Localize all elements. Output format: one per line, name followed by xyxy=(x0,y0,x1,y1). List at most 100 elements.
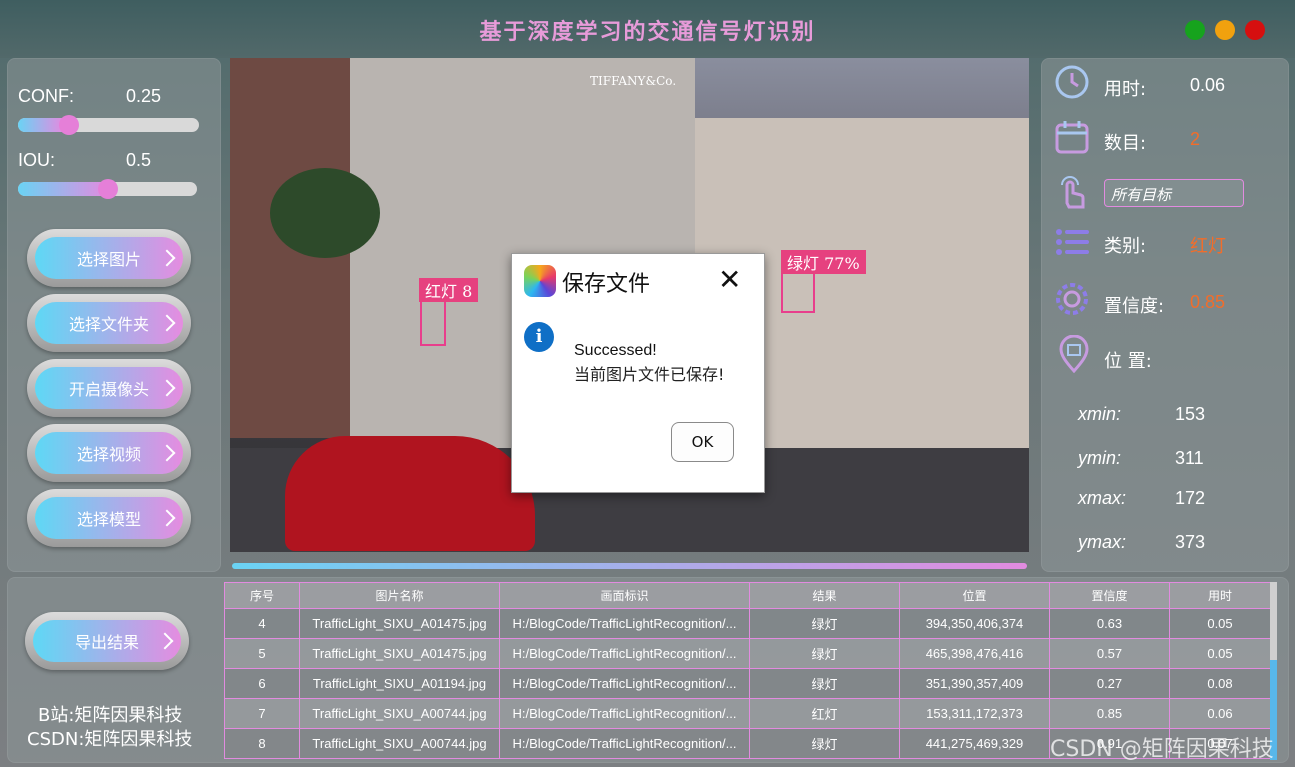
location-icon xyxy=(1059,335,1089,373)
xmin-label: xmin: xyxy=(1078,404,1122,424)
maximize-button[interactable] xyxy=(1185,20,1205,40)
table-row[interactable]: 4 TrafficLight_SIXU_A01475.jpg H:/BlogCo… xyxy=(224,608,1270,639)
title-bar: 基于深度学习的交通信号灯识别 xyxy=(0,0,1295,58)
cell-frame-id: H:/BlogCode/TrafficLightRecognition/... xyxy=(499,668,750,699)
header-image-name[interactable]: 图片名称 xyxy=(299,582,500,609)
close-button[interactable] xyxy=(1245,20,1265,40)
table-row[interactable]: 5 TrafficLight_SIXU_A01475.jpg H:/BlogCo… xyxy=(224,638,1270,669)
xmax-label: xmax: xyxy=(1078,488,1127,508)
dialog-title: 保存文件 xyxy=(562,272,651,297)
select-image-button[interactable]: 选择图片 xyxy=(27,229,191,287)
dialog-message-title: Successed! xyxy=(574,342,657,359)
select-video-button[interactable]: 选择视频 xyxy=(27,424,191,482)
clock-icon xyxy=(1055,65,1089,99)
table-header-row: 序号 图片名称 画面标识 结果 位置 置信度 用时 xyxy=(224,582,1270,609)
xmin-value: 153 xyxy=(1175,404,1206,424)
cell-time: 0.05 xyxy=(1169,608,1270,639)
processing-progress xyxy=(232,563,1027,569)
cell-image-name: TrafficLight_SIXU_A00744.jpg xyxy=(299,728,500,759)
header-time[interactable]: 用时 xyxy=(1169,582,1270,609)
ymin-value: 311 xyxy=(1175,448,1204,468)
store-sign: TIFFANY&Co. xyxy=(590,74,677,88)
export-results-label: 导出结果 xyxy=(74,633,139,652)
select-folder-label: 选择文件夹 xyxy=(68,315,149,334)
list-icon xyxy=(1056,229,1089,255)
detection-box-red[interactable] xyxy=(420,298,446,346)
iou-value: 0.5 xyxy=(126,150,152,170)
palm-tree xyxy=(270,168,380,258)
open-camera-button[interactable]: 开启摄像头 xyxy=(27,359,191,417)
dialog-message-body: 当前图片文件已保存! xyxy=(574,365,725,384)
cell-image-name: TrafficLight_SIXU_A01475.jpg xyxy=(299,608,500,639)
gear-icon xyxy=(1056,283,1088,315)
cell-confidence: 0.85 xyxy=(1049,698,1170,729)
header-position[interactable]: 位置 xyxy=(899,582,1050,609)
cell-frame-id: H:/BlogCode/TrafficLightRecognition/... xyxy=(499,638,750,669)
xmax-value: 172 xyxy=(1175,488,1206,508)
cell-index: 7 xyxy=(224,698,300,729)
cell-index: 4 xyxy=(224,608,300,639)
confidence-value: 0.85 xyxy=(1190,292,1226,312)
iou-slider-handle[interactable] xyxy=(97,179,118,199)
chevron-right-icon xyxy=(158,314,176,332)
minimize-button[interactable] xyxy=(1215,20,1235,40)
count-label: 数目: xyxy=(1104,133,1147,154)
watermark: CSDN @矩阵因果科技 xyxy=(1050,737,1274,762)
cell-result: 绿灯 xyxy=(749,668,900,699)
header-index[interactable]: 序号 xyxy=(224,582,300,609)
select-model-label: 选择模型 xyxy=(76,510,141,529)
chevron-right-icon xyxy=(158,249,176,267)
cell-position: 351,390,357,409 xyxy=(899,668,1050,699)
target-select[interactable]: 所有目标 xyxy=(1104,179,1244,207)
table-row[interactable]: 6 TrafficLight_SIXU_A01194.jpg H:/BlogCo… xyxy=(224,668,1270,699)
ymin-label: ymin: xyxy=(1078,448,1122,468)
cell-confidence: 0.57 xyxy=(1049,638,1170,669)
class-label: 类别: xyxy=(1104,236,1147,257)
confidence-label: 置信度: xyxy=(1104,296,1165,317)
header-result[interactable]: 结果 xyxy=(749,582,900,609)
chevron-right-icon xyxy=(158,379,176,397)
select-video-label: 选择视频 xyxy=(76,445,141,464)
app-title: 基于深度学习的交通信号灯识别 xyxy=(479,19,816,45)
detection-label-green: 绿灯 77% xyxy=(781,250,866,274)
chevron-right-icon xyxy=(158,509,176,527)
select-image-label: 选择图片 xyxy=(76,250,141,269)
conf-slider[interactable] xyxy=(18,118,199,132)
ymax-label: ymax: xyxy=(1078,532,1127,552)
iou-label: IOU: xyxy=(18,150,56,170)
cell-index: 8 xyxy=(224,728,300,759)
conf-value: 0.25 xyxy=(126,86,162,106)
cell-result: 绿灯 xyxy=(749,638,900,669)
cell-position: 153,311,172,373 xyxy=(899,698,1050,729)
select-folder-button[interactable]: 选择文件夹 xyxy=(27,294,191,352)
cell-time: 0.05 xyxy=(1169,638,1270,669)
brand-bilibili: B站:矩阵因果科技 xyxy=(38,705,183,726)
conf-slider-fill xyxy=(18,118,64,132)
position-label: 位 置: xyxy=(1104,351,1152,372)
cell-image-name: TrafficLight_SIXU_A00744.jpg xyxy=(299,698,500,729)
time-label: 用时: xyxy=(1104,79,1147,100)
export-results-button[interactable]: 导出结果 xyxy=(25,612,189,670)
cell-position: 394,350,406,374 xyxy=(899,608,1050,639)
cell-image-name: TrafficLight_SIXU_A01475.jpg xyxy=(299,638,500,669)
select-model-button[interactable]: 选择模型 xyxy=(27,489,191,547)
cell-result: 绿灯 xyxy=(749,728,900,759)
red-car xyxy=(285,436,535,551)
touch-icon xyxy=(1061,176,1085,209)
header-frame-id[interactable]: 画面标识 xyxy=(499,582,750,609)
cell-position: 441,275,469,329 xyxy=(899,728,1050,759)
table-row[interactable]: 7 TrafficLight_SIXU_A00744.jpg H:/BlogCo… xyxy=(224,698,1270,729)
dialog-close-icon[interactable]: ✕ xyxy=(718,266,741,294)
cell-confidence: 0.27 xyxy=(1049,668,1170,699)
cell-frame-id: H:/BlogCode/TrafficLightRecognition/... xyxy=(499,728,750,759)
cell-index: 6 xyxy=(224,668,300,699)
header-confidence[interactable]: 置信度 xyxy=(1049,582,1170,609)
class-value: 红灯 xyxy=(1190,236,1226,256)
ymax-value: 373 xyxy=(1175,532,1206,552)
ok-button[interactable]: OK xyxy=(671,422,734,462)
cell-result: 绿灯 xyxy=(749,608,900,639)
app-logo-icon xyxy=(524,265,556,297)
cell-confidence: 0.63 xyxy=(1049,608,1170,639)
cell-frame-id: H:/BlogCode/TrafficLightRecognition/... xyxy=(499,608,750,639)
detection-box-green[interactable] xyxy=(781,271,815,313)
